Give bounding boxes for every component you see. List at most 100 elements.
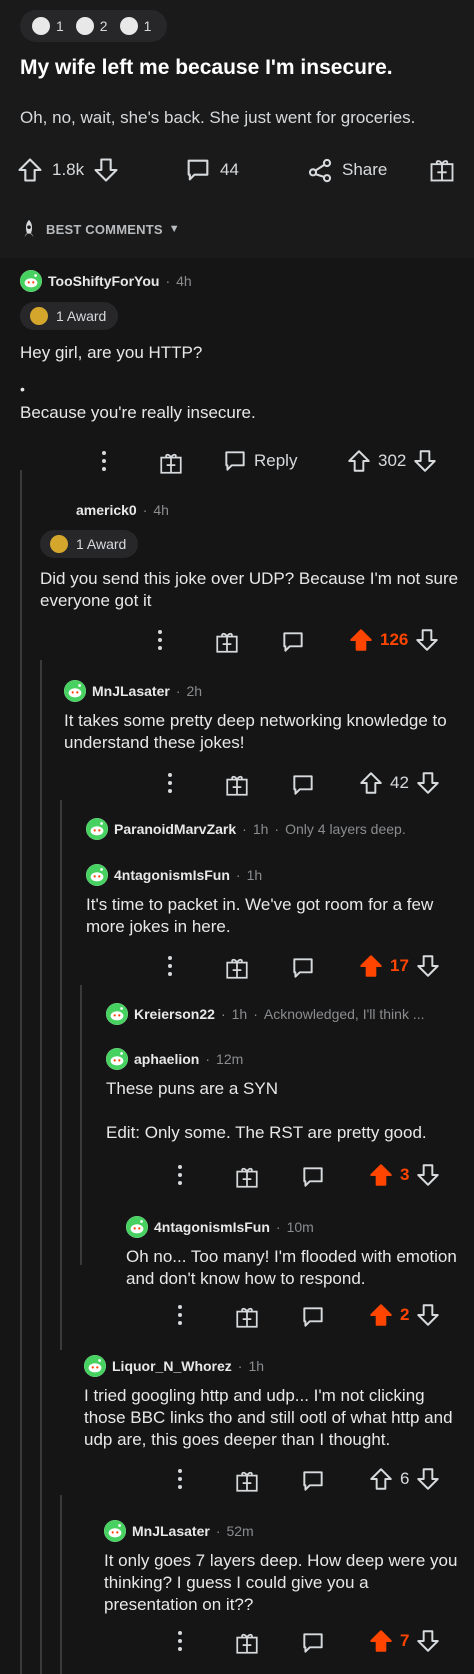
- share-button[interactable]: Share: [306, 156, 387, 184]
- gift-icon[interactable]: [234, 1630, 260, 1656]
- avatar[interactable]: [86, 818, 108, 840]
- comment-preview: Only 4 layers deep.: [285, 821, 406, 837]
- comment-text: Because you're really insecure.: [20, 403, 256, 422]
- more-options-icon[interactable]: [178, 1305, 182, 1325]
- comment-score: 7: [400, 1631, 410, 1650]
- reply-icon[interactable]: [290, 772, 316, 798]
- downvote-icon[interactable]: [415, 1466, 441, 1492]
- comment-author[interactable]: TooShiftyForYou: [48, 273, 159, 289]
- avatar[interactable]: [86, 864, 108, 886]
- post-title: My wife left me because I'm insecure.: [20, 56, 393, 79]
- comment-actions: 126: [0, 627, 474, 657]
- gift-icon[interactable]: [234, 1468, 260, 1494]
- post-score: 1.8k: [52, 160, 85, 179]
- downvote-icon[interactable]: [92, 156, 120, 184]
- reply-icon[interactable]: [280, 629, 306, 655]
- comment-preview: Acknowledged, I'll think ...: [263, 1006, 425, 1022]
- post-comments-button[interactable]: 44: [184, 156, 239, 184]
- avatar[interactable]: [106, 1048, 128, 1070]
- post-action-bar: 1.8k 44 Share: [0, 150, 474, 190]
- comment-author[interactable]: MnJLasater: [132, 1523, 210, 1539]
- comment: 4ntagonismIsFun · 1h It's time to packet…: [86, 864, 466, 938]
- downvote-icon[interactable]: [412, 448, 438, 474]
- avatar[interactable]: [64, 680, 86, 702]
- avatar[interactable]: [106, 1003, 128, 1025]
- upvote-icon[interactable]: [16, 156, 44, 184]
- reply-icon[interactable]: [290, 955, 316, 981]
- gift-icon[interactable]: [158, 450, 184, 476]
- gift-icon[interactable]: [234, 1164, 260, 1190]
- more-options-icon[interactable]: [168, 956, 172, 976]
- comment-score: 6: [400, 1469, 410, 1488]
- reply-icon[interactable]: [300, 1468, 326, 1494]
- more-options-icon[interactable]: [102, 451, 106, 471]
- comment-author[interactable]: 4ntagonismIsFun: [154, 1219, 270, 1235]
- collapsed-comment[interactable]: ParanoidMarvZark · 1h · Only 4 layers de…: [86, 818, 466, 840]
- post-body: Oh, no, wait, she's back. She just went …: [20, 108, 416, 127]
- gift-icon[interactable]: [224, 955, 250, 981]
- collapsed-comment[interactable]: Kreierson22 · 1h · Acknowledged, I'll th…: [106, 1003, 466, 1025]
- downvote-icon[interactable]: [415, 770, 441, 796]
- gift-icon[interactable]: [214, 629, 240, 655]
- avatar[interactable]: [104, 1520, 126, 1542]
- award-label: 1 Award: [76, 536, 127, 552]
- comment-author[interactable]: aphaelion: [134, 1051, 199, 1067]
- gift-icon[interactable]: [234, 1304, 260, 1330]
- separator: ·: [220, 1006, 226, 1022]
- post-award-button[interactable]: [428, 156, 456, 184]
- reply-icon[interactable]: [300, 1304, 326, 1330]
- comment-bubble-icon: [184, 156, 212, 184]
- gift-icon[interactable]: [224, 772, 250, 798]
- award-badge[interactable]: 1 Award: [40, 530, 139, 558]
- comment-author[interactable]: 4ntagonismIsFun: [114, 867, 230, 883]
- comment-author[interactable]: americk0: [76, 502, 137, 518]
- upvote-icon[interactable]: [368, 1628, 394, 1654]
- vote-group: 6: [368, 1466, 441, 1492]
- comment-author[interactable]: ParanoidMarvZark: [114, 821, 236, 837]
- vote-group: 42: [358, 770, 441, 796]
- award-icon: [30, 307, 48, 325]
- comment-author[interactable]: Liquor_N_Whorez: [112, 1358, 232, 1374]
- upvote-icon[interactable]: [368, 1302, 394, 1328]
- comment-actions: 17: [0, 953, 474, 983]
- separator: ·: [205, 1051, 211, 1067]
- award-count: 2: [99, 18, 108, 34]
- upvote-icon[interactable]: [346, 448, 372, 474]
- downvote-icon[interactable]: [415, 1302, 441, 1328]
- avatar[interactable]: [20, 270, 42, 292]
- comment-actions: Reply 302: [0, 448, 474, 478]
- reply-button[interactable]: Reply: [222, 448, 297, 474]
- separator: ·: [175, 683, 181, 699]
- comment-actions: 3: [0, 1162, 474, 1192]
- upvote-icon[interactable]: [358, 770, 384, 796]
- reply-icon[interactable]: [300, 1630, 326, 1656]
- more-options-icon[interactable]: [178, 1165, 182, 1185]
- award-count: 1: [56, 18, 64, 34]
- comment: Liquor_N_Whorez · 1h I tried googling ht…: [84, 1355, 466, 1451]
- comment-time: 1h: [246, 867, 263, 883]
- more-options-icon[interactable]: [178, 1469, 182, 1489]
- upvote-icon[interactable]: [368, 1466, 394, 1492]
- downvote-icon[interactable]: [415, 1628, 441, 1654]
- upvote-icon[interactable]: [368, 1162, 394, 1188]
- downvote-icon[interactable]: [414, 627, 440, 653]
- upvote-icon[interactable]: [348, 627, 374, 653]
- reply-icon[interactable]: [300, 1164, 326, 1190]
- comment-author[interactable]: Kreierson22: [134, 1006, 215, 1022]
- comment-text: Edit: Only some. The RST are pretty good…: [106, 1123, 427, 1142]
- comment-text: Oh no... Too many! I'm flooded with emot…: [126, 1247, 457, 1288]
- comment: MnJLasater · 52m It only goes 7 layers d…: [104, 1520, 466, 1616]
- downvote-icon[interactable]: [415, 1162, 441, 1188]
- award-badge[interactable]: 1 Award: [20, 302, 119, 330]
- more-options-icon[interactable]: [158, 630, 162, 650]
- sort-selector[interactable]: BEST COMMENTS ▼: [18, 218, 180, 240]
- more-options-icon[interactable]: [168, 773, 172, 793]
- downvote-icon[interactable]: [415, 953, 441, 979]
- post-awards[interactable]: 1 2 1: [20, 10, 167, 42]
- more-options-icon[interactable]: [178, 1631, 182, 1651]
- vote-group: 126: [348, 627, 440, 653]
- avatar[interactable]: [126, 1216, 148, 1238]
- comment-author[interactable]: MnJLasater: [92, 683, 170, 699]
- avatar[interactable]: [84, 1355, 106, 1377]
- upvote-icon[interactable]: [358, 953, 384, 979]
